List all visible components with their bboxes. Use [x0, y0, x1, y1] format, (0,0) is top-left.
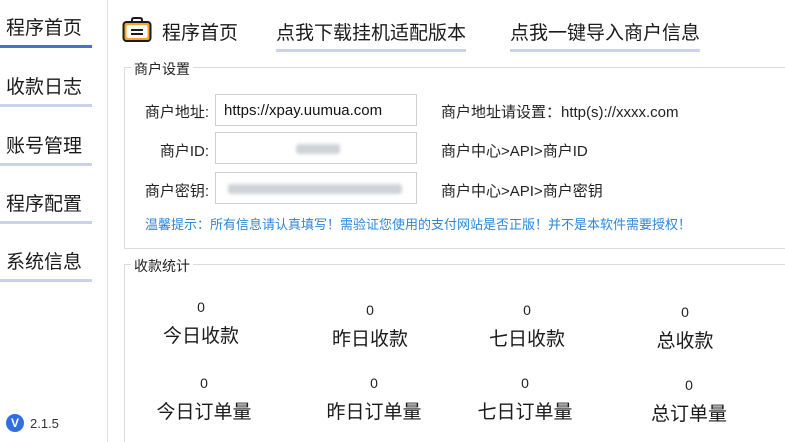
payment-stats-group: 收款统计 0 今日收款 0 昨日收款 0 七日收款 0 总收款 0 今日订单量 …: [124, 256, 785, 442]
sidebar: 程序首页 收款日志 账号管理 程序配置 系统信息 V 2.1.5: [0, 0, 108, 442]
sidebar-item-home[interactable]: 程序首页: [0, 12, 92, 48]
merchant-settings-title: 商户设置: [131, 59, 193, 79]
stat-today-orders: 0 今日订单量: [149, 375, 259, 424]
stat-label: 总收款: [656, 331, 714, 352]
merchant-id-hint: 商户中心>API>商户ID: [441, 143, 588, 160]
merchant-address-input[interactable]: [215, 94, 417, 126]
sidebar-item-system-info[interactable]: 系统信息: [0, 246, 92, 282]
payment-stats-title: 收款统计: [131, 256, 193, 276]
merchant-id-input[interactable]: [215, 132, 417, 164]
stat-value: 0: [521, 375, 529, 391]
masked-value: [228, 184, 402, 194]
stat-value: 0: [681, 304, 689, 320]
stat-yesterday-payment: 0 昨日收款: [315, 302, 425, 351]
version-label: 2.1.5: [30, 415, 59, 431]
merchant-key-hint: 商户中心>API>商户密钥: [441, 183, 603, 200]
merchant-key-label: 商户密钥:: [144, 183, 209, 200]
merchant-settings-group: 商户设置 商户地址: 商户地址请设置：http(s)://xxxx.com 商户…: [124, 59, 785, 249]
import-merchant-link[interactable]: 点我一键导入商户信息: [510, 18, 701, 52]
stat-label: 七日收款: [488, 329, 565, 350]
stat-seven-day-orders: 0 七日订单量: [470, 375, 580, 424]
stat-value: 0: [366, 302, 374, 318]
stat-value: 0: [197, 299, 205, 315]
sidebar-item-account-management[interactable]: 账号管理: [0, 130, 92, 166]
sidebar-item-payment-log[interactable]: 收款日志: [0, 71, 92, 107]
stat-label: 七日订单量: [477, 402, 573, 423]
stat-value: 0: [685, 377, 693, 393]
stat-label: 今日收款: [162, 326, 239, 347]
merchant-id-label: 商户ID:: [159, 143, 209, 160]
page-title: 程序首页: [162, 23, 239, 44]
stat-value: 0: [523, 302, 531, 318]
app-logo-icon: V: [6, 414, 24, 432]
stat-total-payment: 0 总收款: [630, 304, 740, 353]
briefcase-icon: [122, 17, 152, 42]
header: 程序首页 点我下载挂机适配版本 点我一键导入商户信息: [120, 12, 780, 52]
merchant-key-input[interactable]: [215, 172, 417, 204]
stat-seven-day-payment: 0 七日收款: [472, 302, 582, 351]
stat-label: 昨日订单量: [326, 402, 422, 423]
stat-label: 总订单量: [650, 404, 727, 425]
download-link[interactable]: 点我下载挂机适配版本: [276, 18, 467, 52]
stat-value: 0: [200, 375, 208, 391]
stat-yesterday-orders: 0 昨日订单量: [319, 375, 429, 424]
warm-tip-text: 温馨提示：所有信息请认真填写！需验证您使用的支付网站是否正版！并不是本软件需要授…: [145, 217, 692, 232]
stat-today-payment: 0 今日收款: [146, 299, 256, 348]
masked-value: [296, 144, 340, 154]
sidebar-item-program-config[interactable]: 程序配置: [0, 188, 92, 224]
stat-total-orders: 0 总订单量: [634, 377, 744, 426]
merchant-address-label: 商户地址:: [144, 104, 209, 121]
version-info: V 2.1.5: [6, 414, 59, 432]
stat-value: 0: [370, 375, 378, 391]
merchant-address-hint: 商户地址请设置：http(s)://xxxx.com: [441, 104, 679, 121]
stat-label: 昨日收款: [331, 329, 408, 350]
stat-label: 今日订单量: [156, 402, 252, 423]
